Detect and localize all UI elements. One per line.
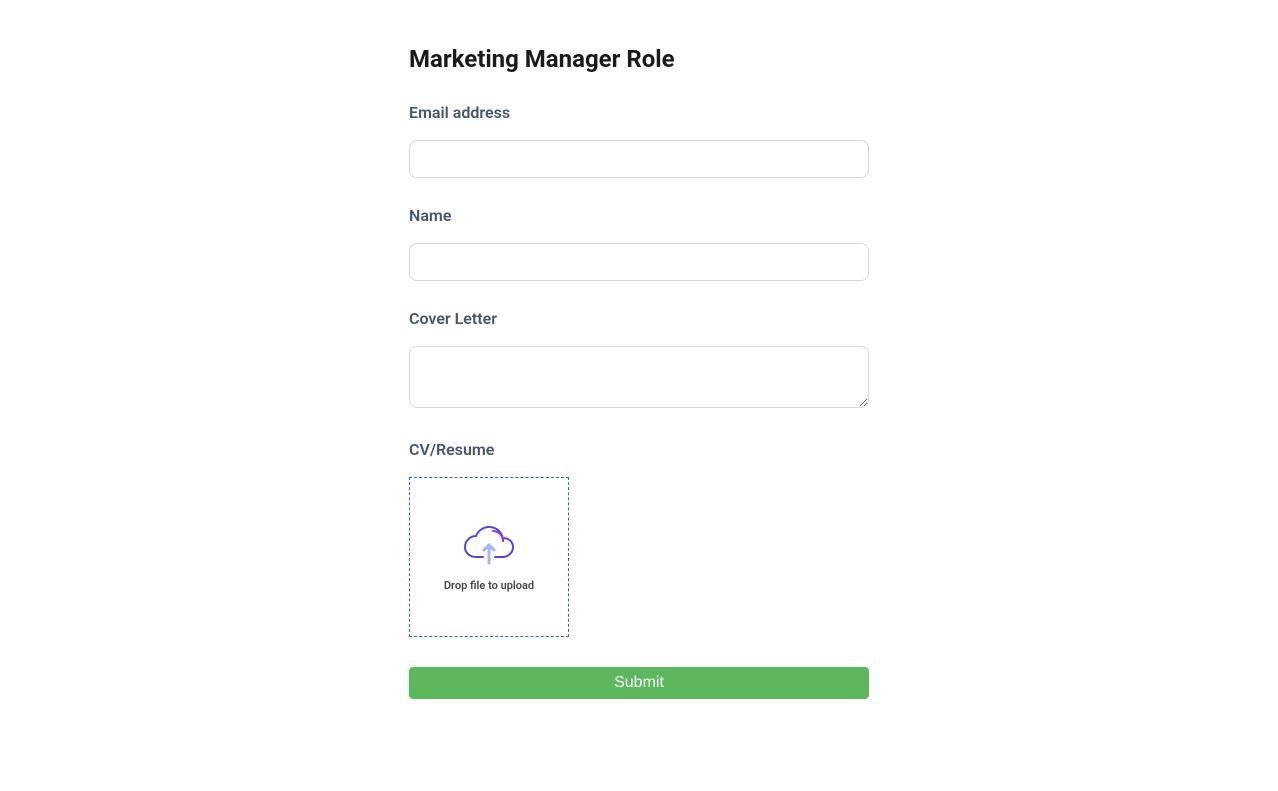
upload-text: Drop file to upload [444,579,534,592]
email-input[interactable] [409,140,869,178]
email-label: Email address [409,103,869,122]
cover-letter-label: Cover Letter [409,309,869,328]
cover-letter-input[interactable] [409,346,869,408]
page-title: Marketing Manager Role [409,45,869,73]
name-label: Name [409,206,869,225]
submit-button[interactable]: Submit [409,667,869,699]
cv-upload-zone[interactable]: Drop file to upload [409,477,569,637]
email-group: Email address [409,103,869,178]
cv-label: CV/Resume [409,440,869,459]
name-group: Name [409,206,869,281]
form-container: Marketing Manager Role Email address Nam… [409,0,869,699]
cover-letter-group: Cover Letter [409,309,869,412]
cv-group: CV/Resume Drop file to upload [409,440,869,637]
name-input[interactable] [409,243,869,281]
cloud-upload-icon [463,523,515,565]
